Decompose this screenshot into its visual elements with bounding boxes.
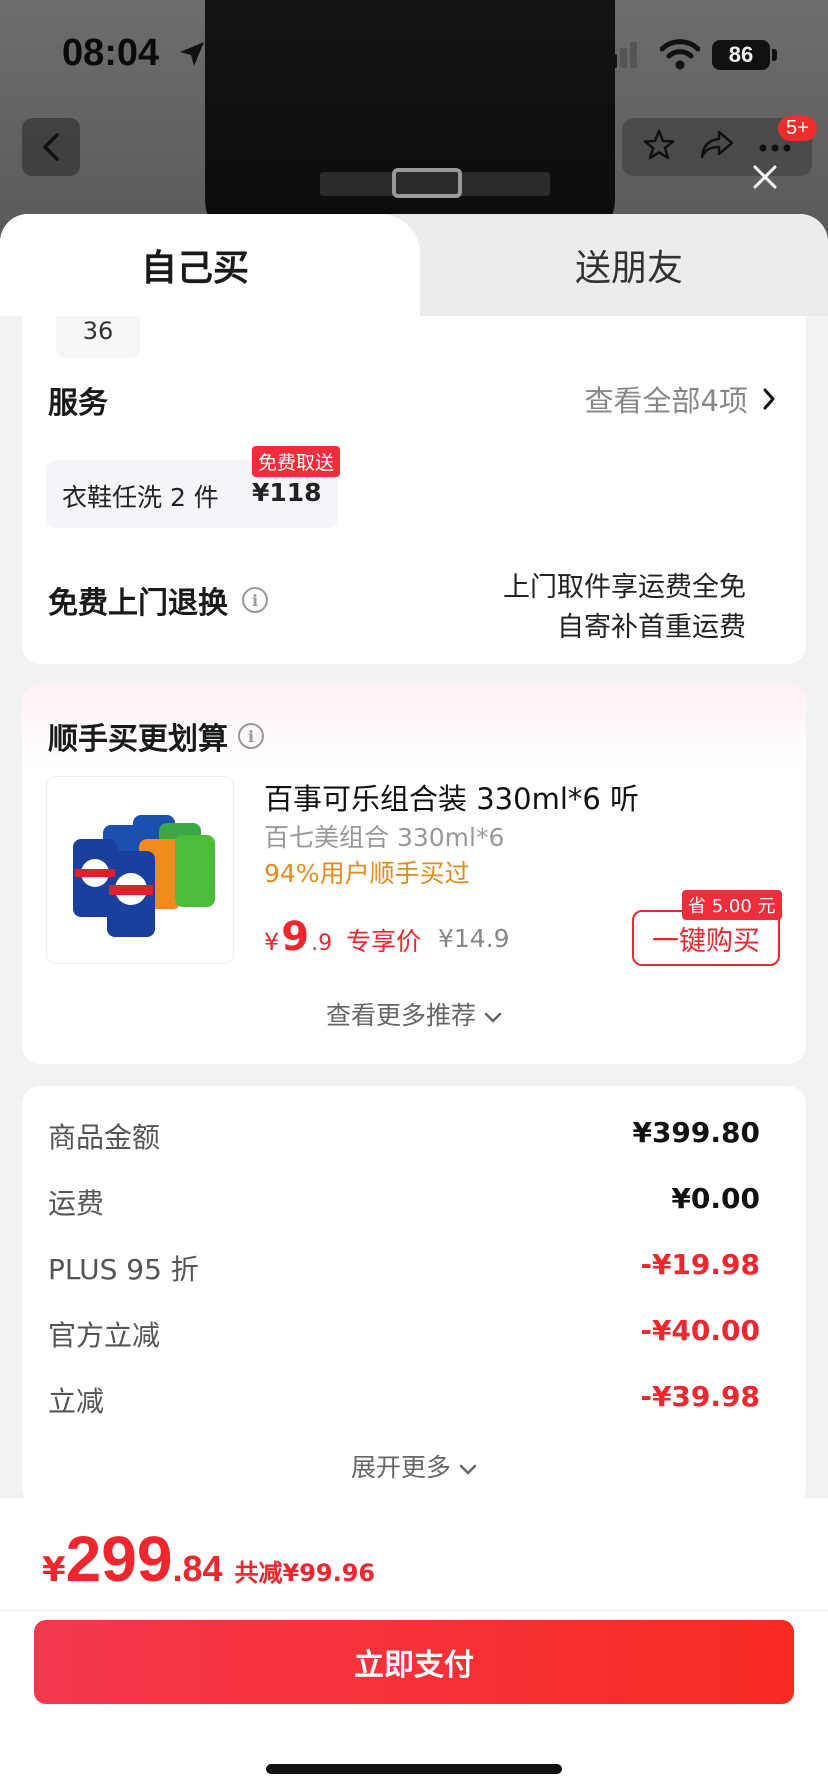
product-name[interactable]: 百事可乐组合装 330ml*6 听 <box>264 776 639 818</box>
return-policy-line-2: 自寄补首重运费 <box>557 612 746 643</box>
summary-row: PLUS 95 折 -¥19.98 <box>48 1248 760 1288</box>
status-time: 08:04 <box>62 32 160 74</box>
share-icon[interactable] <box>699 128 735 166</box>
summary-row: 立减 -¥39.98 <box>48 1380 760 1420</box>
addon-title-label: 顺手买更划算 <box>48 722 228 757</box>
size-option[interactable]: 36 <box>56 316 140 358</box>
notification-badge: 5+ <box>778 116 817 141</box>
summary-label: 商品金额 <box>48 1121 161 1154</box>
pay-now-button[interactable]: 立即支付 <box>34 1620 794 1704</box>
summary-value: -¥39.98 <box>640 1380 760 1413</box>
product-purchase-stat: 94%用户顺手买过 <box>264 859 470 888</box>
status-bar: 08:04 86 <box>0 0 828 110</box>
summary-label: 官方立减 <box>48 1319 161 1352</box>
tab-self-buy[interactable]: 自己买 <box>0 214 420 316</box>
chevron-right-icon <box>763 388 775 410</box>
expand-more-link[interactable]: 展开更多 <box>22 1448 806 1484</box>
soda-cans-image <box>73 815 215 937</box>
summary-row: 运费 ¥0.00 <box>48 1182 760 1222</box>
free-return-label: 免费上门退换 <box>48 586 228 621</box>
summary-value: ¥0.00 <box>671 1182 760 1215</box>
summary-row: 官方立减 -¥40.00 <box>48 1314 760 1354</box>
total-discount: 共减¥99.96 <box>234 1559 376 1587</box>
summary-value: ¥399.80 <box>632 1116 760 1149</box>
checkout-bar: ¥ 299 .84 共减¥99.96 立即支付 <box>0 1498 828 1792</box>
info-icon[interactable]: i <box>242 587 268 613</box>
chevron-down-icon <box>484 1012 502 1023</box>
cellular-signal-icon <box>600 42 640 72</box>
total-price: ¥ 299 .84 共减¥99.96 <box>42 1522 375 1596</box>
wifi-icon <box>659 38 701 74</box>
chevron-left-icon <box>43 133 59 161</box>
purchase-tabs: 自己买 送朋友 <box>0 214 828 316</box>
summary-value: -¥40.00 <box>640 1314 760 1347</box>
product-variant: 百七美组合 330ml*6 <box>264 823 505 852</box>
belt-buckle <box>392 168 462 198</box>
more-recommendations-link[interactable]: 查看更多推荐 <box>22 996 806 1032</box>
home-indicator <box>266 1764 562 1774</box>
location-arrow-icon <box>178 40 206 72</box>
price-summary-card: 商品金额 ¥399.80 运费 ¥0.00 PLUS 95 折 -¥19.98 … <box>22 1086 806 1506</box>
more-recommendations-label: 查看更多推荐 <box>326 1001 477 1030</box>
view-all-services-link[interactable]: 查看全部4项 <box>585 378 776 420</box>
service-item-price: ¥118 <box>252 478 322 507</box>
close-icon[interactable] <box>752 164 778 194</box>
favorite-star-icon[interactable] <box>642 128 676 166</box>
product-original-price: ¥14.9 <box>438 924 510 953</box>
product-price: ¥ 9 .9 专享价 <box>264 914 421 960</box>
summary-value: -¥19.98 <box>640 1248 760 1281</box>
product-image[interactable] <box>46 776 234 964</box>
divider <box>0 1610 828 1611</box>
addon-card: 顺手买更划算 i 百事可乐组合装 330ml*6 听 百七美组合 330ml*6… <box>22 684 806 1064</box>
service-title: 服务 <box>48 386 108 421</box>
service-item-name: 衣鞋任洗 2 件 <box>62 483 219 512</box>
free-return-title: 免费上门退换 i <box>48 578 268 622</box>
return-policy-line-1: 上门取件享运费全免 <box>503 572 746 603</box>
battery-tip <box>772 49 777 61</box>
product-price-label: 专享价 <box>346 927 422 956</box>
back-button[interactable] <box>22 118 80 176</box>
return-policy: 上门取件享运费全免 自寄补首重运费 <box>503 568 746 648</box>
chevron-down-icon <box>459 1464 477 1475</box>
summary-label: 立减 <box>48 1385 105 1418</box>
options-card: 36 服务 查看全部4项 衣鞋任洗 2 件 ¥118 免费取送 免费上门退换 i… <box>22 316 806 664</box>
summary-row: 商品金额 ¥399.80 <box>48 1116 760 1156</box>
summary-label: PLUS 95 折 <box>48 1253 199 1286</box>
total-decimal: .84 <box>172 1548 223 1589</box>
battery-level: 86 <box>712 40 770 70</box>
summary-label: 运费 <box>48 1187 105 1220</box>
product-price-decimal: .9 <box>311 931 333 956</box>
expand-more-label: 展开更多 <box>351 1453 452 1482</box>
addon-info-icon[interactable]: i <box>238 723 264 749</box>
product-price-currency: ¥ <box>264 928 280 956</box>
view-all-services-label: 查看全部4项 <box>584 384 748 418</box>
save-amount-tag: 省 5.00 元 <box>682 890 782 920</box>
free-pickup-tag: 免费取送 <box>252 446 341 477</box>
total-currency: ¥ <box>42 1550 66 1590</box>
tab-gift[interactable]: 送朋友 <box>420 214 828 316</box>
addon-title: 顺手买更划算 i <box>48 714 264 758</box>
product-price-integer: 9 <box>281 914 310 960</box>
total-integer: 299 <box>65 1523 173 1595</box>
